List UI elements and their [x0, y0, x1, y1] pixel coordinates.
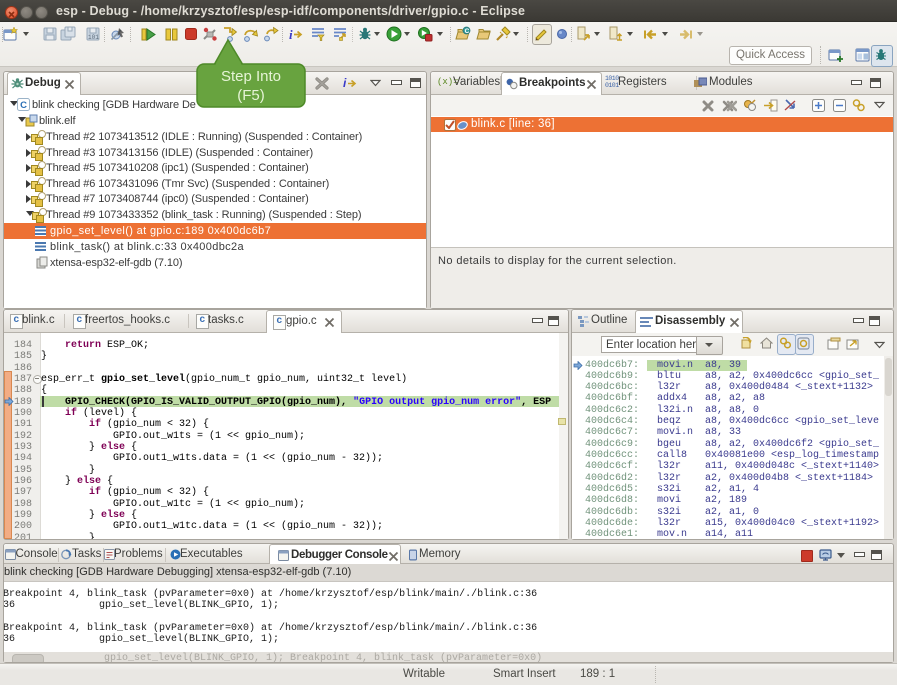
svg-text:C: C [20, 100, 27, 111]
svg-text:C: C [465, 28, 470, 35]
svg-text:101: 101 [88, 34, 99, 41]
